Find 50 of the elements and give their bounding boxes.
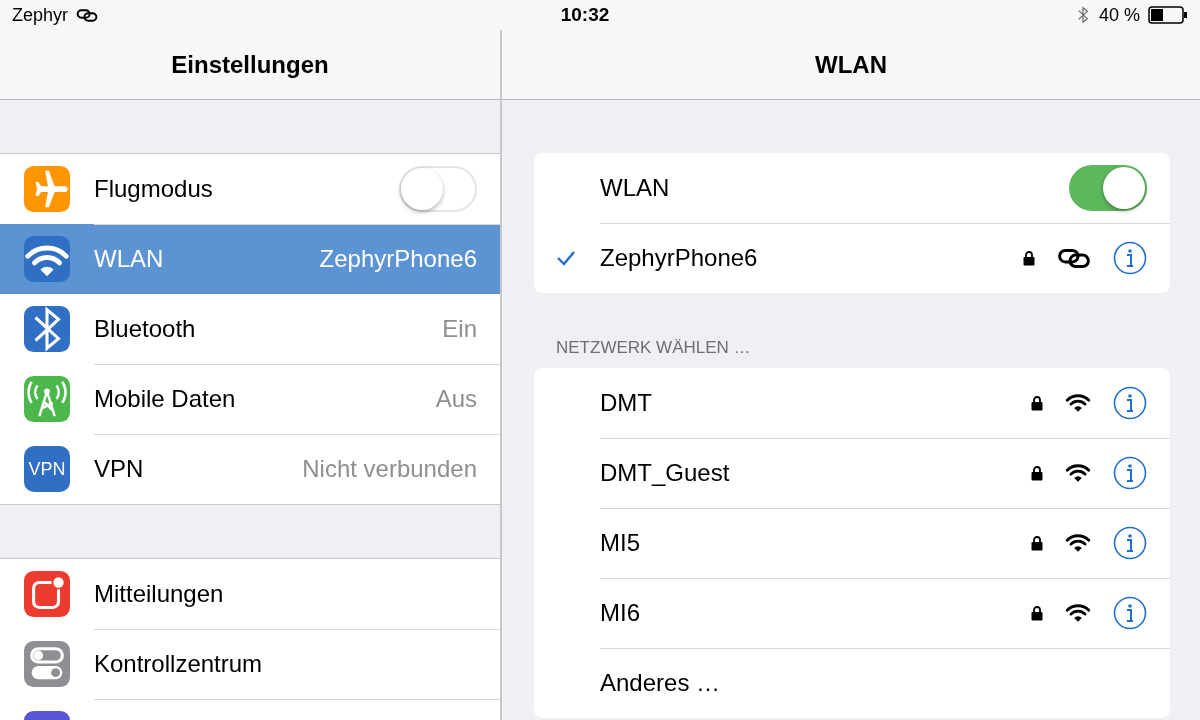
bluetooth-icon <box>24 306 70 352</box>
row-label: VPN <box>94 455 144 483</box>
switches-icon <box>24 641 70 687</box>
row-label: WLAN <box>600 173 670 202</box>
network-name: ZephyrPhone6 <box>600 244 758 272</box>
battery-icon <box>1148 6 1188 24</box>
vpn-icon: VPN <box>24 446 70 492</box>
network-row[interactable]: MI5 <box>534 508 1170 578</box>
row-value: ZephyrPhone6 <box>319 245 477 273</box>
network-row[interactable]: ZephyrPhone6 <box>534 223 1170 293</box>
nav-title: Einstellungen <box>171 50 329 79</box>
row-value: Aus <box>435 384 477 413</box>
wifi-icon <box>1065 462 1091 483</box>
network-row[interactable]: DMT <box>534 368 1170 438</box>
network-name: MI5 <box>600 528 640 557</box>
info-button[interactable] <box>1113 241 1147 275</box>
network-name: DMT <box>600 388 652 417</box>
antenna-icon <box>24 376 70 422</box>
row-label: Mitteilungen <box>94 579 224 608</box>
wifi-icon <box>1065 532 1091 553</box>
nav-title: WLAN <box>815 50 887 79</box>
section-header: NETZWERK WÄHLEN … <box>555 337 752 359</box>
info-button[interactable] <box>1113 525 1147 560</box>
link-icon <box>1057 246 1091 270</box>
info-button[interactable] <box>1113 385 1147 420</box>
network-name: Anderes … <box>600 669 721 697</box>
row-label: WLAN <box>94 245 164 273</box>
network-row[interactable]: MI6 <box>534 578 1170 648</box>
link-icon <box>76 7 99 23</box>
network-name: MI6 <box>600 598 640 627</box>
network-name: DMT_Guest <box>600 458 730 487</box>
clock-time: 10:32 <box>560 4 610 26</box>
wifi-icon <box>24 236 70 282</box>
carrier-name: Zephyr <box>12 4 69 26</box>
row-label: Bluetooth <box>94 314 196 343</box>
wifi-icon <box>1065 392 1091 413</box>
notification-icon <box>24 571 70 617</box>
row-label: Kontrollzentrum <box>94 649 263 678</box>
network-row[interactable]: Anderes … <box>534 648 1170 718</box>
info-button[interactable] <box>1113 595 1147 630</box>
battery-percentage: 40 % <box>1098 4 1140 26</box>
toggle-switch[interactable] <box>1069 164 1147 211</box>
network-row[interactable]: DMT_Guest <box>534 438 1170 508</box>
wifi-icon <box>1065 602 1091 623</box>
airplane-icon <box>24 166 70 212</box>
row-label: Mobile Daten <box>94 384 236 413</box>
row-value: Nicht verbunden <box>302 455 477 483</box>
row-label: Flugmodus <box>94 174 213 203</box>
row-value: Ein <box>442 314 477 343</box>
info-button[interactable] <box>1113 455 1147 490</box>
